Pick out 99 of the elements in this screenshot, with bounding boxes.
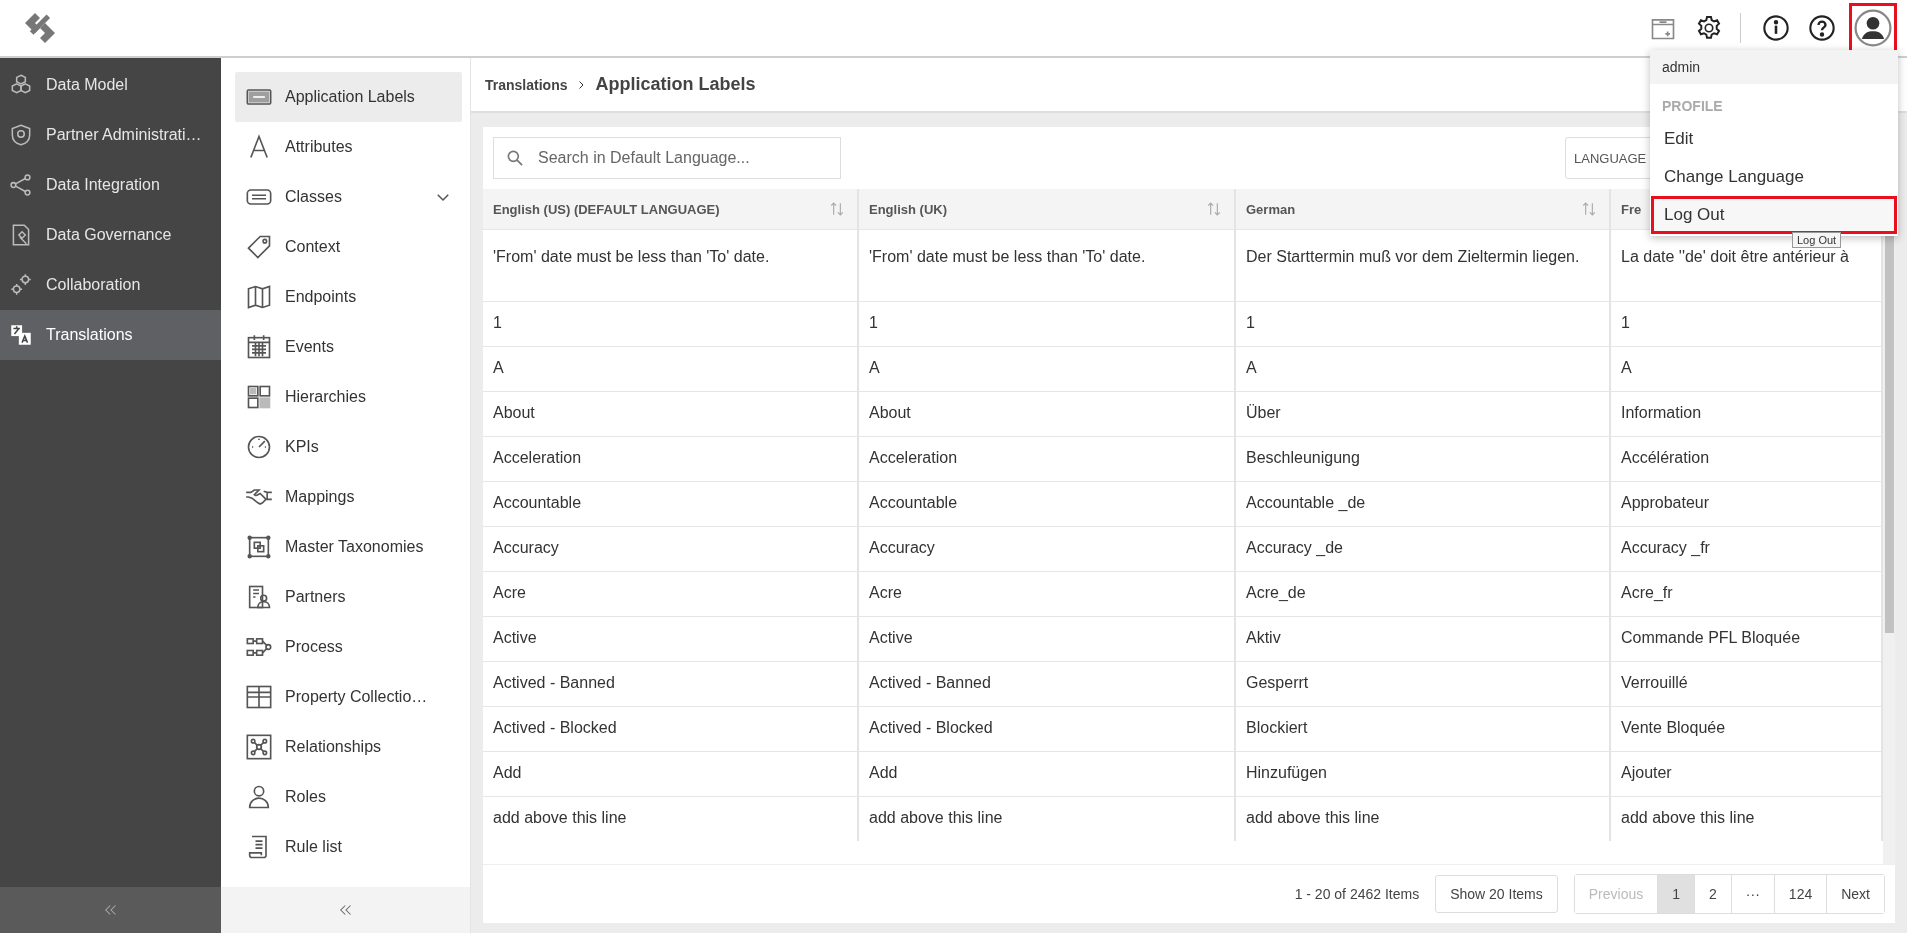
subnav-item[interactable]: Master Taxonomies bbox=[235, 522, 462, 572]
menu-item[interactable]: Edit bbox=[1651, 120, 1897, 158]
table-cell: Gesperrt bbox=[1235, 661, 1610, 707]
table-cell: Accuracy bbox=[858, 526, 1235, 572]
table-cell: Beschleunigung bbox=[1235, 436, 1610, 482]
breadcrumb-link[interactable]: Translations bbox=[485, 76, 568, 93]
table-cell: add above this line bbox=[858, 796, 1235, 841]
subnav-item-label: Context bbox=[285, 238, 342, 256]
subnav-item-label: Property Collectio… bbox=[285, 688, 429, 706]
subnav-item[interactable]: Property Collectio… bbox=[235, 672, 462, 722]
subnav-item-label: Partners bbox=[285, 588, 347, 606]
table-cell: A bbox=[1235, 346, 1610, 392]
subnav-item-label: Process bbox=[285, 638, 344, 656]
table-cell: 1 bbox=[1235, 301, 1610, 347]
subnav-item[interactable]: Mappings bbox=[235, 472, 462, 522]
table-cell: A bbox=[858, 346, 1235, 392]
table-cell: Accountable bbox=[483, 481, 858, 527]
nav-item-label: Data Model bbox=[46, 76, 128, 94]
menu-section-header: PROFILE bbox=[1661, 97, 1724, 116]
nav-item-label: Data Integration bbox=[46, 176, 160, 194]
subnav-item-label: Attributes bbox=[285, 138, 354, 156]
subnav-item[interactable]: Hierarchies bbox=[235, 372, 462, 422]
table-cell: 1 bbox=[483, 301, 858, 347]
table-cell: 'From' date must be less than 'To' date. bbox=[858, 229, 1235, 302]
table-cell: Accountable bbox=[858, 481, 1235, 527]
subnav-item[interactable]: Attributes bbox=[235, 122, 462, 172]
nav-item[interactable]: Data Integration bbox=[0, 160, 221, 210]
subnav-item[interactable]: Application Labels bbox=[235, 72, 462, 122]
table-cell: Actived - Banned bbox=[858, 661, 1235, 707]
page-title: Application Labels bbox=[595, 74, 756, 95]
user-name: admin bbox=[1650, 50, 1898, 84]
pagination-button[interactable]: 1 bbox=[1657, 875, 1695, 913]
table-cell: Über bbox=[1235, 391, 1610, 437]
subnav-item-label: Events bbox=[285, 338, 335, 356]
table-cell: 1 bbox=[858, 301, 1235, 347]
subnav-item[interactable]: Events bbox=[235, 322, 462, 372]
table-cell: A bbox=[483, 346, 858, 392]
subnav-item[interactable]: Classes bbox=[235, 172, 462, 222]
table-cell: About bbox=[483, 391, 858, 437]
nav-item[interactable]: Data Governance bbox=[0, 210, 221, 260]
search-field[interactable]: Search in Default Language... bbox=[493, 137, 841, 179]
table-cell: Acre bbox=[858, 571, 1235, 617]
table-cell: Hinzufügen bbox=[1235, 751, 1610, 797]
subnav-item[interactable]: KPIs bbox=[235, 422, 462, 472]
subnav-item-label: Classes bbox=[285, 188, 343, 206]
table-cell: Add bbox=[483, 751, 858, 797]
table-cell: Aktiv bbox=[1235, 616, 1610, 662]
table-cell: Actived - Banned bbox=[483, 661, 858, 707]
table-cell: 'From' date must be less than 'To' date. bbox=[483, 229, 858, 302]
subnav-item[interactable]: Process bbox=[235, 622, 462, 672]
column-header[interactable]: English (US) (DEFAULT LANGUAGE) bbox=[483, 189, 858, 230]
menu-item[interactable]: Change Language bbox=[1651, 158, 1897, 196]
table-cell: Active bbox=[858, 616, 1235, 662]
subnav-item-label: Master Taxonomies bbox=[285, 538, 425, 556]
table-cell: Acre bbox=[483, 571, 858, 617]
table-cell: Accuracy _de bbox=[1235, 526, 1610, 572]
subnav-item-label: Hierarchies bbox=[285, 388, 367, 406]
subnav-item-label: Endpoints bbox=[285, 288, 358, 306]
table-cell: Acceleration bbox=[483, 436, 858, 482]
nav-item-label: Translations bbox=[46, 326, 133, 344]
table-cell: About bbox=[858, 391, 1235, 437]
table-cell: Active bbox=[483, 616, 858, 662]
item-count: 1 - 20 of 2462 Items bbox=[1294, 886, 1420, 902]
table-cell: Acceleration bbox=[858, 436, 1235, 482]
table-cell: Actived - Blocked bbox=[858, 706, 1235, 752]
subnav-item[interactable]: Relationships bbox=[235, 722, 462, 772]
subnav-item[interactable]: Endpoints bbox=[235, 272, 462, 322]
table-cell: add above this line bbox=[483, 796, 858, 841]
tooltip: Log Out bbox=[1792, 232, 1842, 248]
subnav-item-label: Relationships bbox=[285, 738, 383, 756]
subnav-item-label: KPIs bbox=[285, 438, 320, 456]
subnav-item[interactable]: Partners bbox=[235, 572, 462, 622]
nav-item[interactable]: Translations bbox=[0, 310, 221, 360]
table-cell: Acre_de bbox=[1235, 571, 1610, 617]
column-header[interactable]: English (UK) bbox=[858, 189, 1235, 230]
table-cell: Actived - Blocked bbox=[483, 706, 858, 752]
subnav-item-label: Roles bbox=[285, 788, 327, 806]
column-header[interactable]: German bbox=[1235, 189, 1610, 230]
table-cell: Add bbox=[858, 751, 1235, 797]
subnav-item[interactable]: Rule list bbox=[235, 822, 462, 872]
subnav-item-label: Mappings bbox=[285, 488, 356, 506]
nav-item-label: Collaboration bbox=[46, 276, 141, 294]
nav-item-label: Data Governance bbox=[46, 226, 172, 244]
subnav-item[interactable]: Roles bbox=[235, 772, 462, 822]
subnav-item[interactable]: Context bbox=[235, 222, 462, 272]
menu-item[interactable]: Log Out bbox=[1651, 196, 1897, 234]
nav-item[interactable]: Data Model bbox=[0, 60, 221, 110]
table-cell: Accuracy bbox=[483, 526, 858, 572]
page-size-button[interactable]: Show 20 Items bbox=[1435, 875, 1558, 913]
nav-item[interactable]: Partner Administrati… bbox=[0, 110, 221, 160]
table-cell: Accountable _de bbox=[1235, 481, 1610, 527]
table-cell: Der Starttermin muß vor dem Zieltermin liegen. bbox=[1235, 229, 1610, 302]
subnav-item-label: Application Labels bbox=[285, 88, 416, 106]
nav-item-label: Partner Administrati… bbox=[46, 126, 202, 144]
nav-item[interactable]: Collaboration bbox=[0, 260, 221, 310]
table-cell: add above this line bbox=[1235, 796, 1610, 841]
subnav-item-label: Rule list bbox=[285, 838, 343, 856]
table-cell: Blockiert bbox=[1235, 706, 1610, 752]
pagination-button[interactable]: Next bbox=[1826, 875, 1884, 913]
